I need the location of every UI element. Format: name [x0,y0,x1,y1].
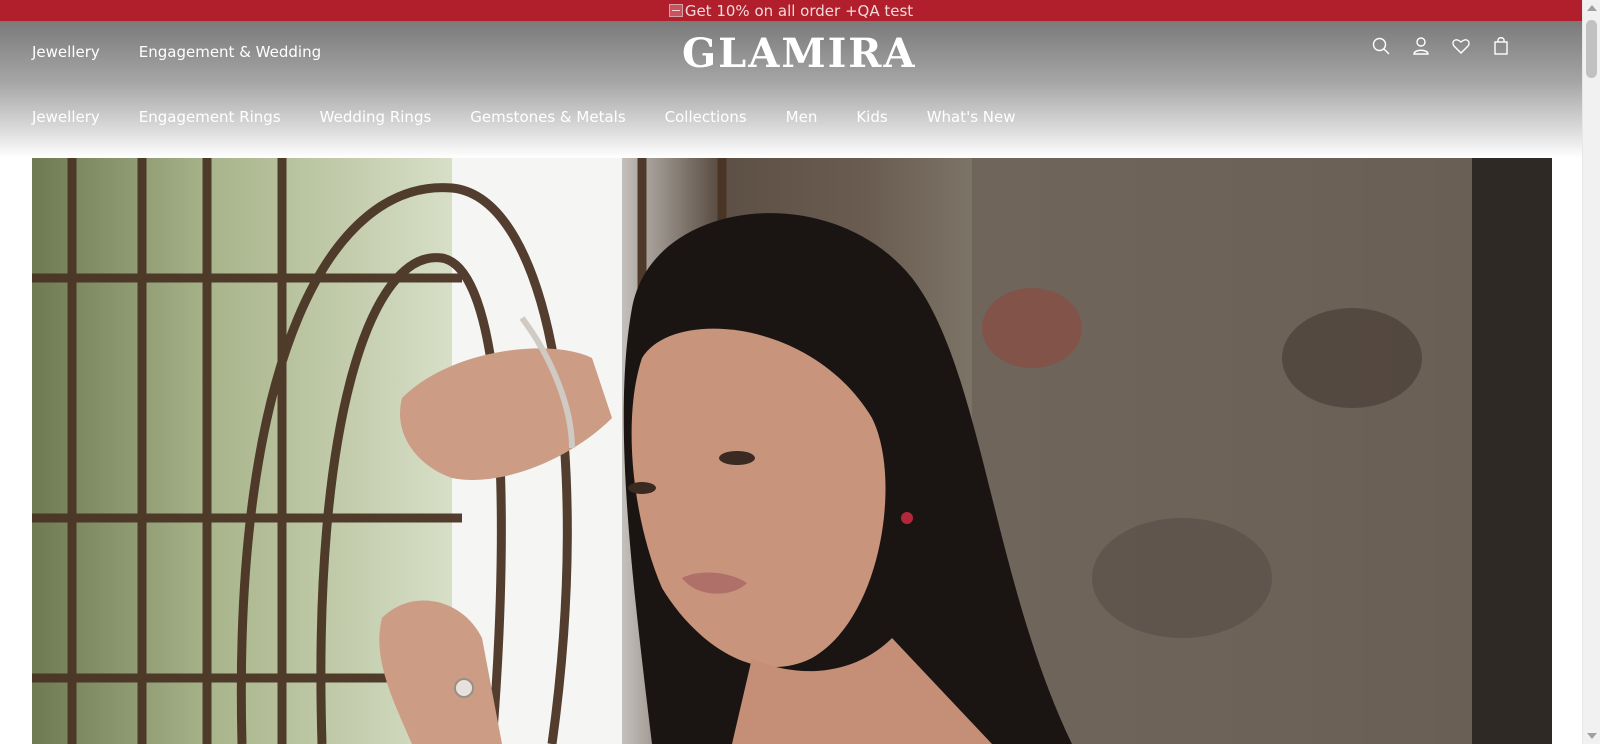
scroll-down-arrow-icon[interactable] [1587,733,1597,739]
hero-banner[interactable] [32,158,1552,744]
promo-link[interactable]: Get 10% on all order +QA test [668,1,914,20]
scroll-thumb[interactable] [1586,20,1597,78]
main-nav-whats-new[interactable]: What's New [927,108,1016,126]
main-nav-collections[interactable]: Collections [665,108,747,126]
hero-image [32,158,1552,744]
top-nav: Jewellery Engagement & Wedding [32,43,321,61]
site-header: Jewellery Engagement & Wedding GLAMIRA J… [0,21,1582,158]
main-nav-engagement-rings[interactable]: Engagement Rings [139,108,281,126]
main-nav-gemstones-metals[interactable]: Gemstones & Metals [470,108,625,126]
main-nav-wedding-rings[interactable]: Wedding Rings [320,108,432,126]
main-nav-kids[interactable]: Kids [856,108,887,126]
page-scrollbar[interactable] [1582,0,1600,744]
header-icons [1370,35,1512,57]
account-icon[interactable] [1410,35,1432,57]
main-nav-jewellery[interactable]: Jewellery [32,108,100,126]
search-icon[interactable] [1370,35,1392,57]
top-nav-jewellery[interactable]: Jewellery [32,43,100,61]
main-nav-men[interactable]: Men [786,108,818,126]
scroll-up-arrow-icon[interactable] [1587,5,1597,11]
logo[interactable]: GLAMIRA [682,30,915,77]
main-nav: Jewellery Engagement Rings Wedding Rings… [32,108,1055,126]
top-nav-engagement-wedding[interactable]: Engagement & Wedding [139,43,321,61]
promo-bar: Get 10% on all order +QA test [0,0,1582,21]
broken-image-icon [668,4,683,17]
cart-icon[interactable] [1490,35,1512,57]
promo-text: Get 10% on all order +QA test [684,1,914,20]
wishlist-icon[interactable] [1450,35,1472,57]
